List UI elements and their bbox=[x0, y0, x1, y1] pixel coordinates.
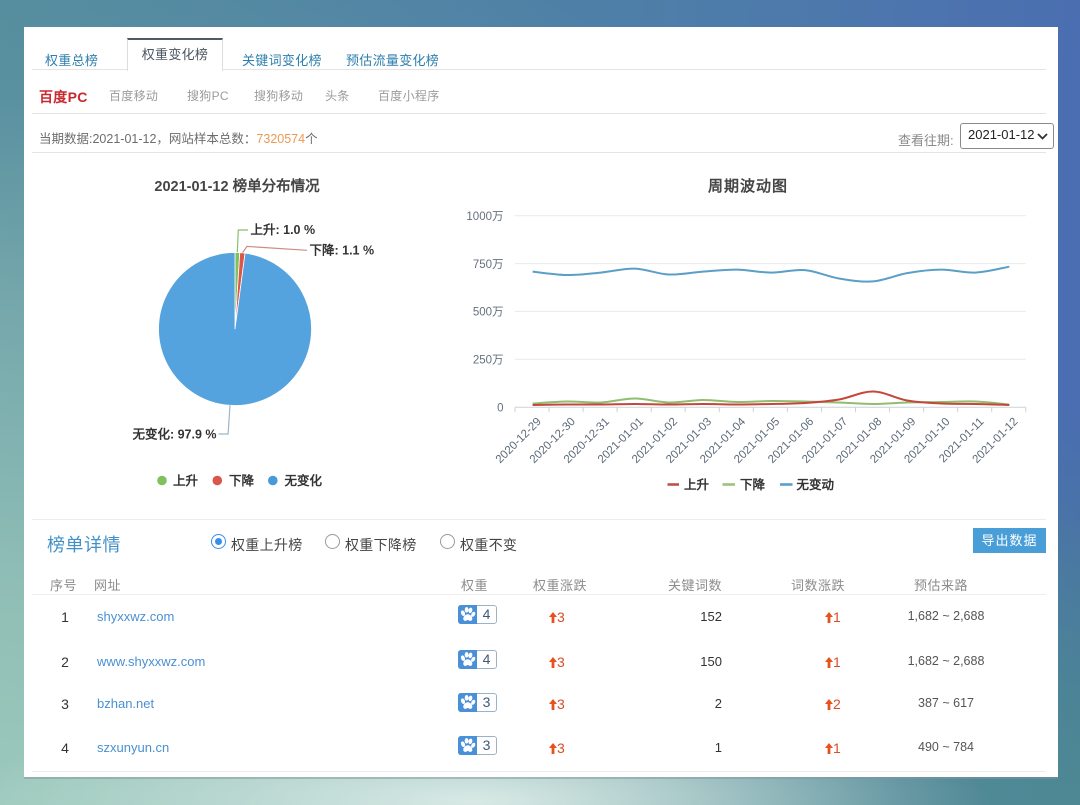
svg-text:无变化: 无变化 bbox=[284, 473, 323, 488]
svg-text:上升: 上升 bbox=[173, 473, 199, 488]
svg-text:上升: 上升 bbox=[684, 477, 710, 492]
svg-text:上升: 1.0 %: 上升: 1.0 % bbox=[251, 222, 316, 237]
svg-text:2021-01-12 榜单分布情况: 2021-01-12 榜单分布情况 bbox=[154, 177, 320, 195]
svg-text:无变化: 97.9 %: 无变化: 97.9 % bbox=[131, 427, 216, 442]
svg-text:下降: 下降 bbox=[229, 473, 255, 488]
svg-text:下降: 下降 bbox=[740, 477, 766, 492]
svg-text:500万: 500万 bbox=[473, 307, 504, 319]
svg-text:250万: 250万 bbox=[473, 355, 504, 367]
svg-text:0: 0 bbox=[497, 402, 503, 414]
svg-text:周期波动图: 周期波动图 bbox=[708, 177, 788, 195]
svg-text:无变动: 无变动 bbox=[796, 477, 835, 492]
svg-text:下降: 1.1 %: 下降: 1.1 % bbox=[310, 243, 375, 258]
svg-text:750万: 750万 bbox=[473, 259, 504, 271]
svg-text:1000万: 1000万 bbox=[466, 211, 503, 223]
